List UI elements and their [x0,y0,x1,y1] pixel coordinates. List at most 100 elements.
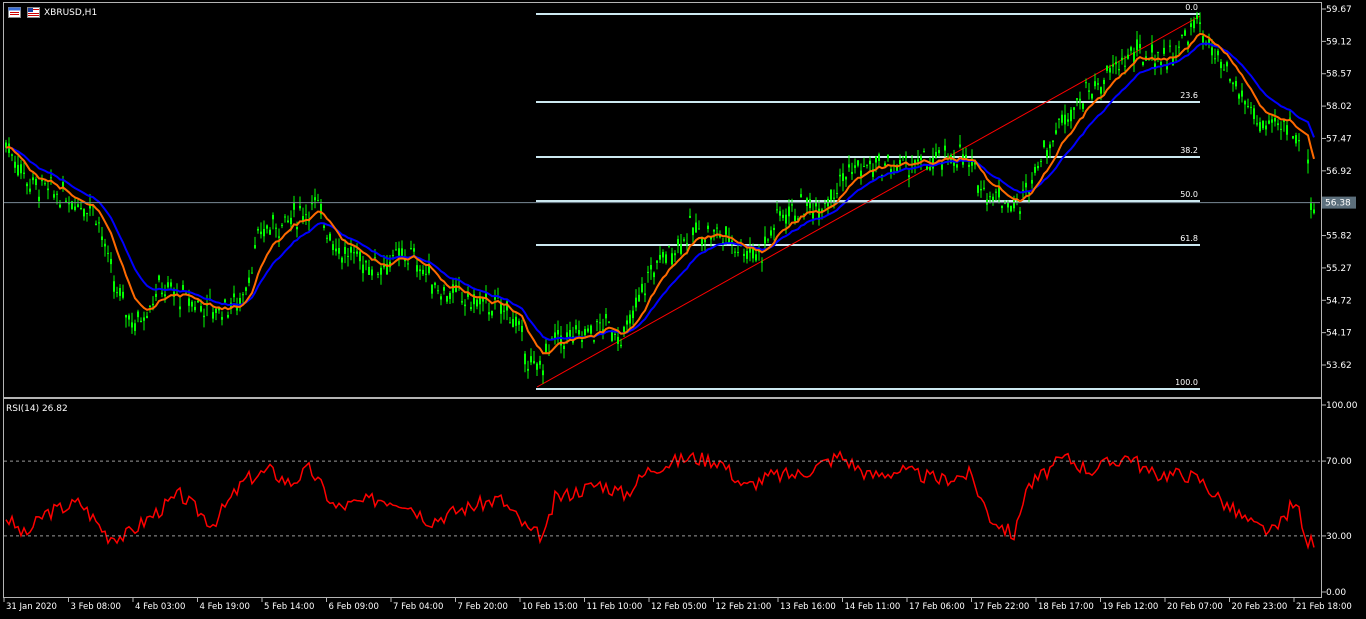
candle-body [1160,61,1162,65]
rsi-title: RSI(14) 26.82 [6,404,68,414]
candle-body [437,290,439,292]
candle-body [1106,65,1108,71]
candle-body [1127,54,1129,59]
candle-body [86,212,88,214]
candle-body [1178,46,1180,48]
candle-body [1310,203,1312,210]
fibonacci-retracement[interactable]: 0.0 23.6 38.2 50.0 61.8 100.0 [536,3,1200,390]
time-tick-label: 17 Feb 06:00 [909,602,965,612]
candle-body [824,203,826,205]
candle-body [113,281,115,292]
candle-body [794,215,796,222]
candle-body [413,248,415,252]
candle-body [188,298,190,306]
candle-body [704,239,706,243]
candle-body [254,245,256,249]
candle-body [62,182,64,187]
candle-body [338,247,340,254]
time-tick-label: 19 Feb 12:00 [1103,602,1159,612]
candle-body [581,340,583,342]
candle-body [659,254,661,260]
candle-body [272,214,274,220]
candle-body [884,163,886,166]
candle-body [377,273,379,275]
candle-body [32,177,34,181]
candle-body [1007,202,1009,208]
candle-body [716,227,718,229]
candle-body [266,225,268,229]
price-chart[interactable]: 0.0 23.6 38.2 50.0 61.8 100.0 59.67 59.12 58.57… [0,0,1366,619]
candle-body [1262,120,1264,129]
candle-body [1079,98,1081,101]
candle-body [920,155,922,161]
candle-body [995,191,997,193]
candle-body [371,269,373,276]
candle-body [335,248,337,252]
candle-body [1118,69,1120,71]
candle-body [1196,14,1198,20]
price-tick-label: 59.67 [1326,5,1352,15]
candle-body [1187,41,1189,45]
candle-body [353,252,355,254]
candle-body [410,248,412,250]
candle-body [368,266,370,275]
candle-body [1232,82,1234,85]
candle-body [674,253,676,256]
candle-body [416,265,418,272]
candle-body [245,287,247,291]
candle-body [878,154,880,161]
fib-level-label: 38.2 [1180,146,1198,155]
candle-body [1124,65,1126,67]
candle-body [851,171,853,175]
candle-body [1019,211,1021,214]
rsi-tick-label: 70.00 [1326,457,1352,467]
rsi-line [5,450,1315,550]
candle-body [539,360,541,365]
fib-level-label: 23.6 [1180,91,1198,100]
candle-body [830,189,832,200]
candle-body [734,251,736,253]
candle-body [116,292,118,294]
candle-body [608,321,610,323]
candle-body [653,272,655,278]
candle-body [158,275,160,281]
candle-body [1271,119,1273,123]
candle-body [836,192,838,194]
candle-body [134,323,136,331]
candle-body [422,269,424,275]
candle-body [989,196,991,198]
candle-body [887,154,889,159]
candle-body [521,325,523,333]
candle-body [662,252,664,258]
price-tick-label: 53.62 [1326,361,1352,371]
candle-body [362,264,364,274]
candle-body [1223,69,1225,71]
candle-body [1259,122,1261,132]
candle-body [677,239,679,246]
candle-body [1043,140,1045,148]
candle-body [1193,20,1195,29]
candle-body [44,183,46,185]
candle-body [992,196,994,201]
candle-body [767,239,769,241]
candle-body [1265,125,1267,130]
candle-body [1139,44,1141,49]
candle-body [398,248,400,256]
candle-body [959,144,961,147]
candle-body [1100,87,1102,94]
time-tick-label: 7 Feb 04:00 [393,602,443,612]
time-tick-label: 21 Feb 18:00 [1296,602,1352,612]
candle-body [1277,123,1279,126]
candle-body [125,314,127,318]
candle-body [644,293,646,296]
time-tick-label: 4 Feb 19:00 [200,602,250,612]
candle-body [926,166,928,170]
candle-body [11,154,13,156]
candle-body [323,225,325,228]
candle-body [1211,47,1213,56]
candle-body [152,303,154,306]
candle-body [944,145,946,151]
time-tick-label: 6 Feb 09:00 [329,602,379,612]
candle-body [1289,117,1291,119]
candle-body [446,296,448,302]
